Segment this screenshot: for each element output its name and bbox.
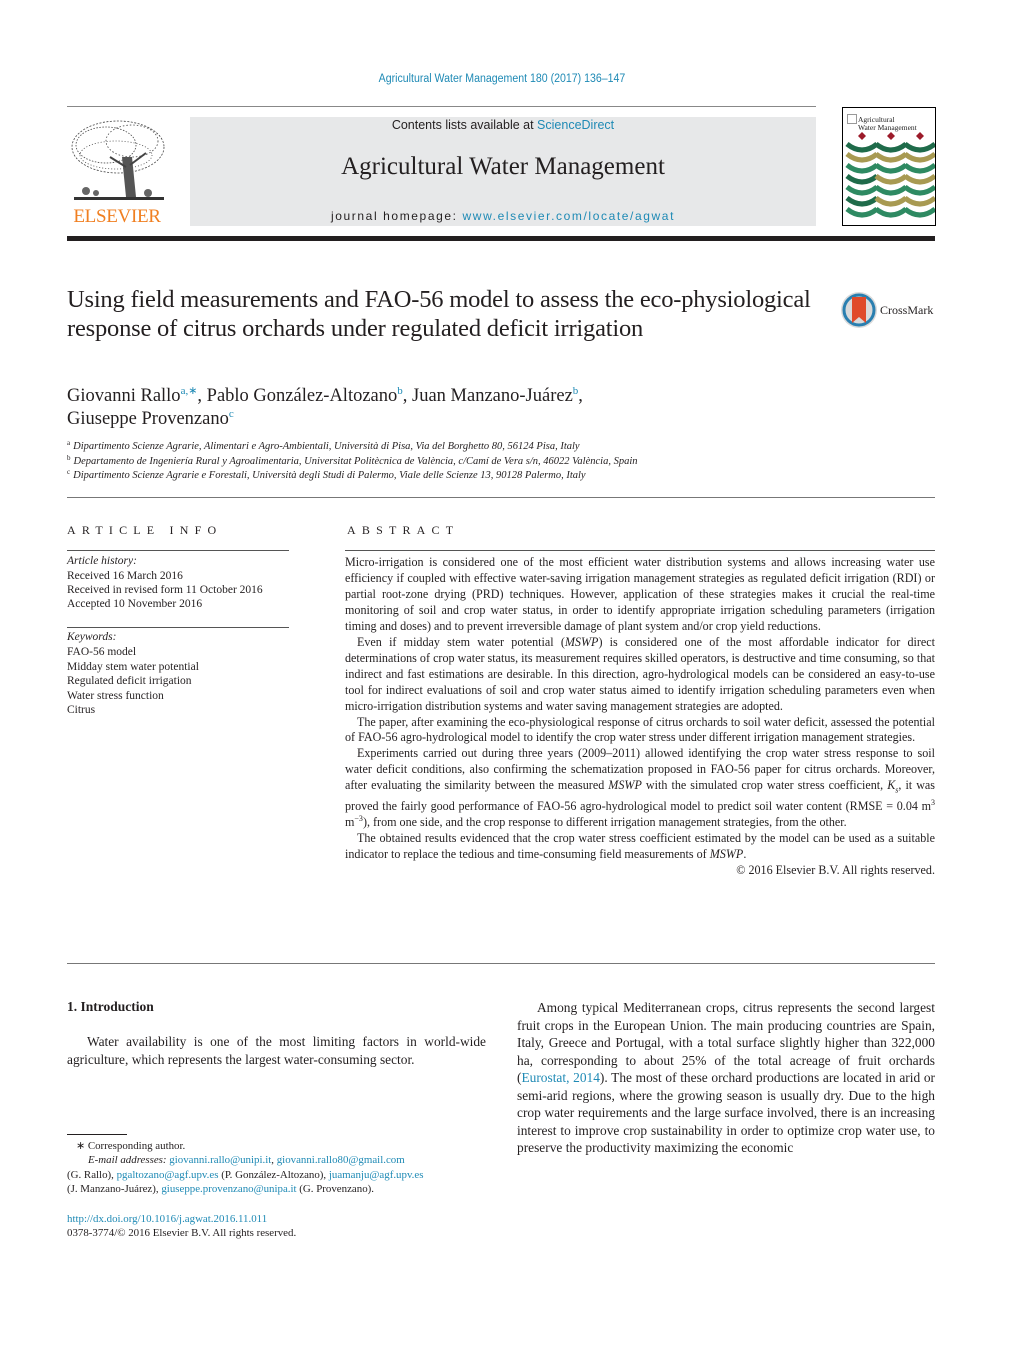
body-divider (67, 963, 935, 964)
abstract-divider (345, 550, 935, 551)
keyword-list: FAO-56 model Midday stem water potential… (67, 645, 199, 718)
history-label: Article history: (67, 555, 137, 567)
crossmark-label: CrossMark (880, 303, 934, 317)
keyword: Regulated deficit irrigation (67, 675, 192, 687)
doi-link[interactable]: http://dx.doi.org/10.1016/j.agwat.2016.1… (67, 1213, 267, 1225)
author-list: Giovanni Ralloa,∗, Pablo González-Altoza… (67, 385, 767, 431)
history-item: Received in revised form 11 October 2016 (67, 584, 263, 597)
author-affiliation-link[interactable]: c (229, 408, 234, 420)
keyword: Midday stem water potential (67, 660, 199, 673)
section-heading-introduction: 1. Introduction (67, 999, 154, 1014)
crossmark-icon (841, 292, 877, 328)
author: Giovanni Ralloa,∗, (67, 385, 207, 407)
body-paragraph: Water availability is one of the most li… (67, 1034, 486, 1067)
email-link[interactable]: giovanni.rallo80@gmail.com (277, 1154, 405, 1166)
abstract-paragraph: The paper, after examining the eco-physi… (345, 714, 935, 745)
header-thick-rule (67, 236, 935, 241)
affiliation: a Dipartimento Scienze Agrarie, Alimentar… (67, 439, 580, 453)
footnote-rule (67, 1134, 127, 1135)
contents-prefix: Contents lists available at (391, 118, 538, 132)
elsevier-tree-icon (71, 120, 165, 200)
body-paragraph: Among typical Mediterranean crops, citru… (517, 1000, 935, 1155)
keywords-label: Keywords: (67, 631, 117, 643)
affiliation-list: a Dipartimento Scienze Agrarie, Alimentar… (67, 440, 927, 484)
abstract-heading: ABSTRACT (347, 523, 460, 537)
author: Giuseppe Provenzanoc (67, 408, 234, 430)
elsevier-logo[interactable]: ELSEVIER (66, 117, 168, 228)
abstract-paragraph: The obtained results evidenced that the … (345, 830, 935, 861)
journal-citation-link[interactable]: Agricultural Water Management 180 (2017)… (40, 73, 964, 85)
homepage-prefix: journal homepage: (330, 209, 463, 223)
affiliation: b Departamento de Ingeniería Rural y Agro… (67, 453, 638, 467)
email-link[interactable]: juamanju@agf.upv.es (329, 1169, 424, 1181)
keywords-divider (67, 627, 289, 628)
email-link[interactable]: giovanni.rallo@unipi.it (169, 1154, 271, 1166)
author: Pablo González-Altozanob, (206, 385, 413, 407)
affiliation: c Dipartimento Scienze Agrarie e Forestal… (67, 468, 586, 482)
article-title: Using field measurements and FAO-56 mode… (67, 286, 811, 342)
email-line: E-mail addresses: giovanni.rallo@unipi.i… (88, 1154, 405, 1167)
affiliation-divider (67, 497, 935, 498)
keyword: Water stress function (67, 689, 164, 702)
keyword: FAO-56 model (67, 646, 137, 658)
reference-link[interactable]: Eurostat, 2014 (521, 1070, 599, 1085)
crossmark-button[interactable]: CrossMark (840, 291, 940, 331)
journal-cover-thumbnail[interactable]: Agricultural Water Management (842, 107, 936, 226)
cover-pattern-icon (845, 132, 935, 218)
doi-block: http://dx.doi.org/10.1016/j.agwat.2016.1… (67, 1212, 296, 1241)
email-line: (G. Rallo), pgaltozano@agf.upv.es (P. Go… (67, 1168, 424, 1181)
header-divider (67, 106, 816, 107)
homepage-link[interactable]: www.elsevier.com/locate/agwat (463, 209, 675, 223)
journal-name: Agricultural Water Management (341, 153, 665, 180)
abstract-paragraph: Micro-irrigation is considered one of th… (345, 555, 935, 633)
email-link[interactable]: giuseppe.provenzano@unipa.it (161, 1183, 296, 1195)
article-info-heading: ARTICLE INFO (67, 523, 223, 537)
keyword: Citrus (67, 704, 96, 716)
abstract-body: Micro-irrigation is considered one of th… (345, 555, 935, 878)
corresponding-author-note: ∗ Corresponding author. (76, 1140, 186, 1152)
article-info-divider (67, 550, 289, 551)
footnote: ∗ Corresponding author. E-mail addresses… (67, 1139, 497, 1197)
journal-banner: Contents lists available at ScienceDirec… (190, 117, 816, 226)
sciencedirect-link[interactable]: ScienceDirect (537, 118, 614, 132)
history-list: Received 16 March 2016 Received in revis… (67, 569, 263, 612)
homepage-line: journal homepage: www.elsevier.com/locat… (190, 209, 816, 223)
abstract-paragraph: Experiments carried out during three yea… (345, 746, 936, 829)
contents-line: Contents lists available at ScienceDirec… (190, 118, 816, 132)
elsevier-wordmark: ELSEVIER (73, 206, 161, 227)
history-item: Accepted 10 November 2016 (67, 598, 203, 611)
email-link[interactable]: pgaltozano@agf.upv.es (117, 1169, 219, 1181)
abstract-copyright: © 2016 Elsevier B.V. All rights reserved… (736, 862, 935, 877)
author-affiliation-link[interactable]: a,∗ (181, 385, 198, 397)
abstract-paragraph: Even if midday stem water potential (MSW… (345, 634, 935, 713)
author: Juan Manzano-Juárezb, (412, 385, 583, 407)
email-line: (J. Manzano-Juárez), giuseppe.provenzano… (67, 1183, 374, 1196)
issn-copyright: 0378-3774/© 2016 Elsevier B.V. All right… (67, 1227, 297, 1240)
history-item: Received 16 March 2016 (67, 570, 183, 582)
